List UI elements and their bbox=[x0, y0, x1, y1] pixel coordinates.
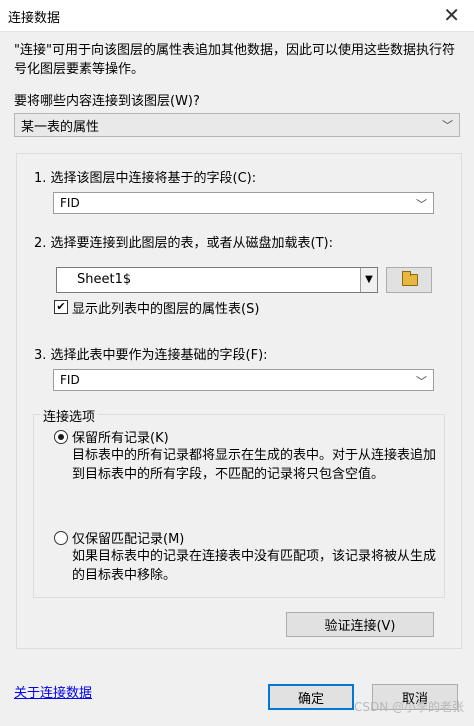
keep-matching-records-radio[interactable] bbox=[54, 531, 68, 545]
table-dropdown[interactable]: Sheet1$ ▼ bbox=[56, 267, 378, 293]
keep-all-records-radio[interactable] bbox=[54, 430, 68, 444]
keep-matching-records-label: 仅保留匹配记录(M) bbox=[72, 532, 185, 547]
chevron-down-icon: ﹀ bbox=[416, 375, 427, 388]
chevron-down-icon: ﹀ bbox=[442, 119, 453, 132]
join-options-legend: 连接选项 bbox=[40, 406, 99, 425]
browse-table-button[interactable] bbox=[386, 267, 432, 293]
intro-text: "连接"可用于向该图层的属性表追加其他数据，因此可以使用这些数据执行符号化图层要… bbox=[14, 43, 455, 77]
ok-button[interactable]: 确定 bbox=[268, 684, 354, 710]
validate-join-button[interactable]: 验证连接(V) bbox=[286, 612, 434, 637]
step1-field-dropdown[interactable]: FID ﹀ bbox=[53, 192, 434, 214]
close-icon[interactable]: ✕ bbox=[443, 3, 460, 27]
chevron-down-icon: ﹀ bbox=[416, 198, 427, 211]
show-attr-label: 显示此列表中的图层的属性表(S) bbox=[72, 302, 260, 317]
step3-field-value: FID bbox=[60, 373, 80, 387]
step2-label: 2. 选择要连接到此图层的表，或者从磁盘加载表(T): bbox=[34, 236, 334, 251]
folder-open-icon bbox=[402, 271, 418, 286]
keep-all-records-label: 保留所有记录(K) bbox=[72, 431, 169, 446]
about-joining-link[interactable]: 关于连接数据 bbox=[14, 682, 92, 701]
join-type-value: 某一表的属性 bbox=[21, 119, 100, 135]
keep-all-records-desc: 目标表中的所有记录都将显示在生成的表中。对于从连接表追加到目标表中的所有字段，不… bbox=[72, 448, 437, 482]
join-type-dropdown[interactable]: 某一表的属性 ﹀ bbox=[14, 113, 460, 137]
show-attr-checkbox[interactable]: ✔ bbox=[54, 300, 68, 314]
watermark: CSDN @小李的老张 bbox=[353, 700, 464, 714]
step1-label: 1. 选择该图层中连接将基于的字段(C): bbox=[34, 171, 257, 186]
step3-label: 3. 选择此表中要作为连接基础的字段(F): bbox=[34, 348, 268, 363]
table-value: Sheet1$ bbox=[77, 272, 132, 287]
title-bar: 连接数据 ✕ bbox=[0, 0, 474, 32]
window-title: 连接数据 bbox=[8, 11, 61, 26]
step1-field-value: FID bbox=[60, 196, 80, 210]
dropdown-arrow-icon[interactable]: ▼ bbox=[360, 268, 377, 292]
keep-matching-records-desc: 如果目标表中的记录在连接表中没有匹配项，该记录将被从生成的目标表中移除。 bbox=[72, 549, 437, 583]
question-label: 要将哪些内容连接到该图层(W)? bbox=[14, 94, 200, 109]
step3-field-dropdown[interactable]: FID ﹀ bbox=[53, 369, 434, 391]
join-data-dialog: 连接数据 ✕ "连接"可用于向该图层的属性表追加其他数据，因此可以使用这些数据执… bbox=[0, 0, 474, 726]
